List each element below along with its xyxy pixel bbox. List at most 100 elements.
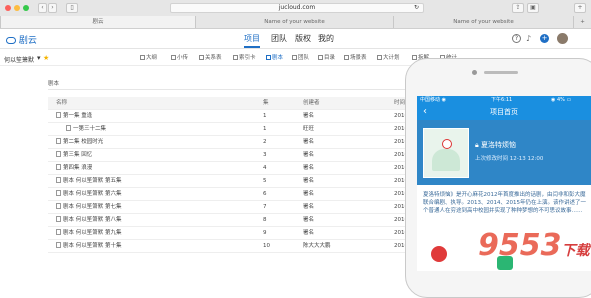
row-creator: 署名 xyxy=(303,178,315,184)
tab-strip: 剧云 Name of your website Name of your web… xyxy=(0,16,591,28)
row-name: 一第三十二集 xyxy=(66,123,106,136)
url-text: jucloud.com xyxy=(278,4,316,11)
document-icon xyxy=(56,229,61,235)
tabs-overview-icon[interactable]: ▣ xyxy=(527,3,539,13)
table-row[interactable]: 剧本 何以笙箫默 第五集 5 署名 2016 xyxy=(48,175,428,188)
tool-plan[interactable]: 大计划 xyxy=(377,54,400,62)
new-tab-button[interactable]: + xyxy=(573,16,591,28)
cover-figure xyxy=(442,139,452,149)
tool-index-cards[interactable]: 索引卡 xyxy=(233,54,256,62)
minimize-window-icon[interactable] xyxy=(14,5,20,11)
nav-mine[interactable]: 我的 xyxy=(318,33,334,44)
tab-label: Name of your website xyxy=(453,19,514,25)
bell-icon[interactable]: ♪ xyxy=(526,34,531,43)
document-icon xyxy=(56,216,61,222)
row-name: 第四集 浪漫 xyxy=(56,162,92,175)
phone-time: 下午6:11 xyxy=(491,97,513,103)
row-episode: 8 xyxy=(263,217,267,223)
phone-status-bar: 中国移动 ◉ 下午6:11 ◉ 4% ▭ xyxy=(417,96,591,104)
table-header: 名称 集 创建者 时间 xyxy=(48,97,428,110)
tab-website-2[interactable]: Name of your website xyxy=(393,16,573,28)
forward-button[interactable]: › xyxy=(48,3,57,13)
avatar[interactable] xyxy=(557,33,568,44)
table-row[interactable]: 剧本 何以笙箫默 第六集 6 署名 2016 xyxy=(48,188,428,201)
tool-script[interactable]: 剧本 xyxy=(266,54,283,62)
last-edit: 上次修改时间 12-13 12:00 xyxy=(475,156,544,162)
col-creator[interactable]: 创建者 xyxy=(303,97,320,110)
tabbar-icon-red[interactable] xyxy=(431,246,447,262)
row-name: 剧本 何以笙箫默 第十集 xyxy=(56,240,122,253)
table-row[interactable]: 第三集 回忆 3 署名 2016 xyxy=(48,149,428,162)
tool-relations[interactable]: 关系表 xyxy=(199,54,222,62)
row-name: 第一集 重逢 xyxy=(56,110,92,123)
tool-contents[interactable]: 目录 xyxy=(318,54,335,62)
relations-icon xyxy=(199,55,204,60)
col-time[interactable]: 时间 xyxy=(394,97,405,110)
document-icon xyxy=(56,177,61,183)
col-name[interactable]: 名称 xyxy=(56,97,67,110)
logo[interactable]: 剧云 xyxy=(6,33,37,46)
nav-team[interactable]: 团队 xyxy=(271,33,287,44)
row-episode: 2 xyxy=(263,139,267,145)
table-row[interactable]: 第四集 浪漫 4 署名 2016 xyxy=(48,162,428,175)
table-row[interactable]: 第一集 重逢 1 署名 2016 xyxy=(48,110,428,123)
phone-camera xyxy=(472,70,477,75)
row-creator: 陈大大大鹏 xyxy=(303,243,331,249)
project-name[interactable]: 何以笙箫默 xyxy=(4,55,34,64)
cover-tree xyxy=(432,149,460,171)
add-tab-icon[interactable]: + xyxy=(574,3,586,13)
nav-projects[interactable]: 项目 xyxy=(244,33,260,44)
share-icon[interactable]: ⇪ xyxy=(512,3,524,13)
row-creator: 署名 xyxy=(303,113,315,119)
document-icon xyxy=(56,151,61,157)
tool-outline[interactable]: 大纲 xyxy=(140,54,157,62)
row-name: 第三集 回忆 xyxy=(56,149,92,162)
breadcrumb[interactable]: 剧本 xyxy=(48,79,59,87)
row-episode: 9 xyxy=(263,230,267,236)
col-episode[interactable]: 集 xyxy=(263,97,269,110)
cloud-icon xyxy=(6,37,16,44)
url-bar[interactable]: jucloud.com ↻ xyxy=(170,3,424,13)
table-row[interactable]: 第二集 校园时光 2 署名 2016 xyxy=(48,136,428,149)
document-icon xyxy=(56,164,61,170)
back-icon[interactable]: ‹ xyxy=(423,104,427,120)
tool-scenes[interactable]: 场景表 xyxy=(344,54,367,62)
tool-team[interactable]: 团队 xyxy=(292,54,309,62)
row-creator: 署名 xyxy=(303,152,315,158)
row-name: 剧本 何以笙箫默 第七集 xyxy=(56,201,122,214)
sidebar-icon[interactable]: ▯ xyxy=(66,3,78,13)
plus-icon[interactable]: + xyxy=(540,34,549,43)
table-row[interactable]: 剧本 何以笙箫默 第九集 9 署名 2016 xyxy=(48,227,428,240)
project-dropdown-icon[interactable]: ▾ xyxy=(37,54,41,62)
script-icon xyxy=(266,55,271,60)
back-button[interactable]: ‹ xyxy=(38,3,47,13)
nav-copyright[interactable]: 版权 xyxy=(295,33,311,44)
row-episode: 4 xyxy=(263,165,267,171)
table-row[interactable]: 剧本 何以笙箫默 第七集 7 署名 2016 xyxy=(48,201,428,214)
row-name: 剧本 何以笙箫默 第六集 xyxy=(56,188,122,201)
row-name: 第二集 校园时光 xyxy=(56,136,103,149)
table-row[interactable]: 一第三十二集 1 旺旺 2016 xyxy=(48,123,428,136)
scenes-icon xyxy=(344,55,349,60)
tab-website-1[interactable]: Name of your website xyxy=(195,16,393,28)
tab-jucloud[interactable]: 剧云 xyxy=(0,16,195,28)
help-icon[interactable]: ? xyxy=(512,34,521,43)
row-episode: 5 xyxy=(263,178,267,184)
row-name: 剧本 何以笙箫默 第九集 xyxy=(56,227,122,240)
close-window-icon[interactable] xyxy=(5,5,11,11)
document-icon xyxy=(56,242,61,248)
index-card-icon xyxy=(233,55,238,60)
tool-bio[interactable]: 小传 xyxy=(171,54,188,62)
document-icon xyxy=(56,138,61,144)
project-card[interactable]: 🔒︎ 夏洛特烦恼 上次修改时间 12-13 12:00 xyxy=(417,120,591,185)
phone-header: ‹ 项目首页 xyxy=(417,104,591,120)
star-icon[interactable]: ★ xyxy=(43,54,49,62)
document-icon xyxy=(56,190,61,196)
contents-icon xyxy=(318,55,323,60)
row-episode: 1 xyxy=(263,126,267,132)
table-row[interactable]: 剧本 何以笙箫默 第八集 8 署名 2016 xyxy=(48,214,428,227)
reload-icon[interactable]: ↻ xyxy=(414,4,419,12)
table-row[interactable]: 剧本 何以笙箫默 第十集 10 陈大大大鹏 2016 xyxy=(48,240,428,253)
maximize-window-icon[interactable] xyxy=(23,5,29,11)
row-creator: 署名 xyxy=(303,230,315,236)
